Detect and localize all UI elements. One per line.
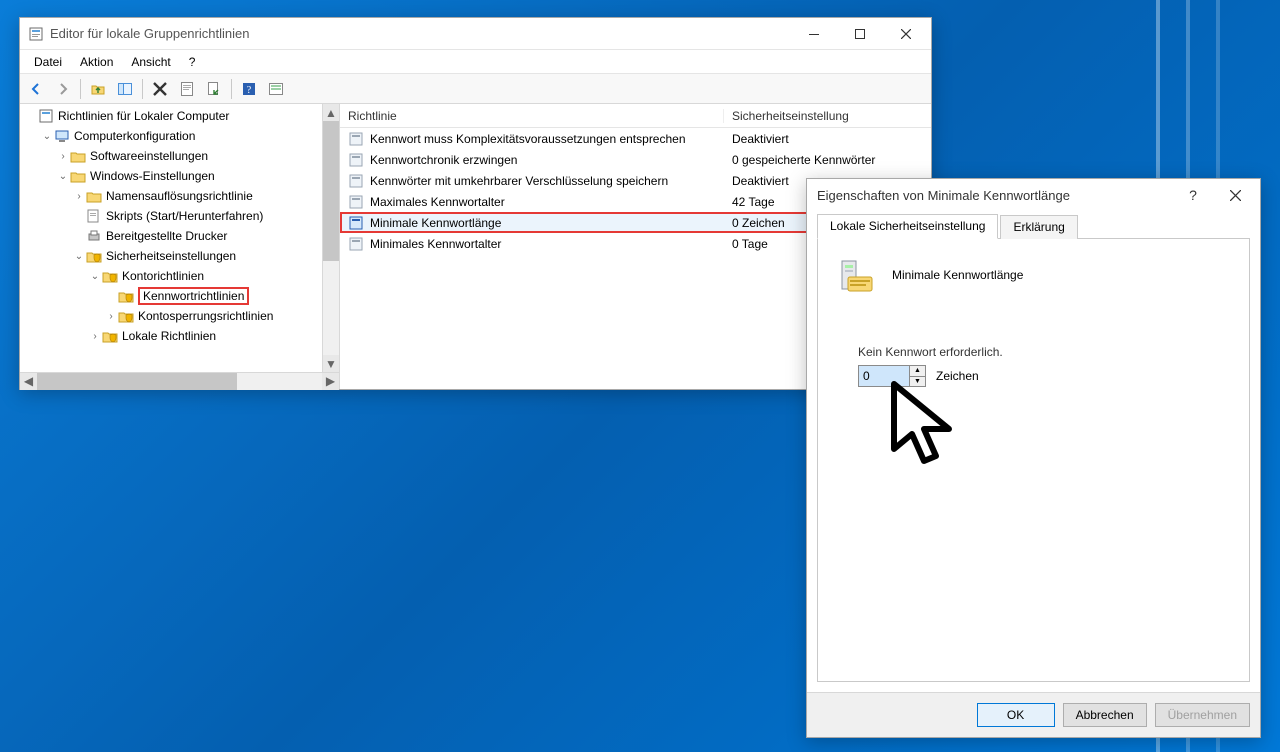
list-header[interactable]: Richtlinie Sicherheitseinstellung — [340, 104, 931, 128]
tree-deployed-printers[interactable]: Bereitgestellte Drucker — [22, 226, 339, 246]
tree-password-policy[interactable]: Kennwortrichtlinien — [22, 286, 339, 306]
tree-account-lockout[interactable]: › Kontosperrungsrichtlinien — [22, 306, 339, 326]
dialog-help-button[interactable]: ? — [1172, 181, 1214, 209]
folder-icon — [86, 188, 102, 204]
minimize-button[interactable] — [791, 19, 837, 49]
server-policy-icon — [836, 255, 876, 295]
tabstrip: Lokale Sicherheitseinstellung Erklärung — [817, 213, 1250, 239]
up-button[interactable] — [86, 77, 110, 101]
menu-view[interactable]: Ansicht — [123, 53, 178, 71]
chevron-right-icon[interactable]: › — [72, 191, 86, 202]
folder-shield-icon — [118, 308, 134, 324]
tree-pane: Richtlinien für Lokaler Computer ⌄ Compu… — [20, 104, 340, 389]
length-input[interactable] — [859, 366, 909, 386]
policy-icon — [38, 108, 54, 124]
tree-computer-config[interactable]: ⌄ Computerkonfiguration — [22, 126, 339, 146]
chevron-right-icon[interactable]: › — [88, 331, 102, 342]
maximize-button[interactable] — [837, 19, 883, 49]
policy-item-icon — [348, 215, 364, 231]
gpedit-window: Editor für lokale Gruppenrichtlinien Dat… — [19, 17, 932, 390]
chevron-right-icon[interactable]: › — [104, 311, 118, 322]
tree-account-policies[interactable]: ⌄ Kontorichtlinien — [22, 266, 339, 286]
cursor-icon — [884, 379, 974, 479]
titlebar[interactable]: Editor für lokale Gruppenrichtlinien — [20, 18, 931, 50]
unit-label: Zeichen — [936, 369, 979, 383]
policy-item-icon — [348, 236, 364, 252]
tree-root[interactable]: Richtlinien für Lokaler Computer — [22, 106, 339, 126]
policy-item-icon — [348, 194, 364, 210]
toolbar: ? — [20, 74, 931, 104]
tree-local-policies[interactable]: › Lokale Richtlinien — [22, 326, 339, 346]
toolbar-divider — [231, 79, 232, 99]
folder-shield-icon — [102, 268, 118, 284]
tab-content: Minimale Kennwortlänge Kein Kennwort erf… — [817, 239, 1250, 682]
close-button[interactable] — [883, 19, 929, 49]
tree-vertical-scrollbar[interactable]: ▲ ▼ — [322, 104, 339, 372]
dialog-close-button[interactable] — [1214, 181, 1256, 209]
chevron-right-icon[interactable]: › — [56, 151, 70, 162]
back-button[interactable] — [24, 77, 48, 101]
dialog-button-row: OK Abbrechen Übernehmen — [807, 692, 1260, 737]
dialog-titlebar[interactable]: Eigenschaften von Minimale Kennwortlänge… — [807, 179, 1260, 211]
tree-horizontal-scrollbar[interactable]: ◀ ▶ — [20, 372, 339, 389]
list-row[interactable]: Kennwort muss Komplexitätsvoraussetzunge… — [340, 128, 931, 149]
tree-name-resolution[interactable]: › Namensauflösungsrichtlinie — [22, 186, 339, 206]
folder-icon — [70, 168, 86, 184]
svg-text:?: ? — [247, 85, 252, 96]
cancel-button[interactable]: Abbrechen — [1063, 703, 1147, 727]
properties-dialog: Eigenschaften von Minimale Kennwortlänge… — [806, 178, 1261, 738]
folder-icon — [70, 148, 86, 164]
tree-software-settings[interactable]: › Softwareeinstellungen — [22, 146, 339, 166]
apply-button[interactable]: Übernehmen — [1155, 703, 1250, 727]
printer-icon — [86, 228, 102, 244]
list-row[interactable]: Kennwortchronik erzwingen 0 gespeicherte… — [340, 149, 931, 170]
tab-explanation[interactable]: Erklärung — [1000, 215, 1077, 239]
folder-shield-icon — [118, 288, 134, 304]
property-name: Minimale Kennwortlänge — [892, 268, 1023, 282]
menu-help[interactable]: ? — [181, 53, 204, 71]
chevron-down-icon[interactable]: ⌄ — [56, 171, 70, 182]
tree-scripts[interactable]: Skripts (Start/Herunterfahren) — [22, 206, 339, 226]
spin-down-button[interactable]: ▼ — [910, 377, 925, 387]
policy-item-icon — [348, 131, 364, 147]
folder-shield-icon — [102, 328, 118, 344]
toolbar-divider — [80, 79, 81, 99]
ok-button[interactable]: OK — [977, 703, 1055, 727]
policy-item-icon — [348, 152, 364, 168]
column-security-setting[interactable]: Sicherheitseinstellung — [724, 109, 931, 123]
show-hide-tree-button[interactable] — [113, 77, 137, 101]
filter-button[interactable] — [264, 77, 288, 101]
no-password-label: Kein Kennwort erforderlich. — [858, 345, 1231, 359]
policy-item-icon — [348, 173, 364, 189]
computer-icon — [54, 128, 70, 144]
properties-button[interactable] — [175, 77, 199, 101]
tree-security-settings[interactable]: ⌄ Sicherheitseinstellungen — [22, 246, 339, 266]
chevron-down-icon[interactable]: ⌄ — [40, 131, 54, 142]
script-icon — [86, 208, 102, 224]
menu-action[interactable]: Aktion — [72, 53, 121, 71]
app-icon — [28, 26, 44, 42]
dialog-title: Eigenschaften von Minimale Kennwortlänge — [817, 188, 1172, 203]
folder-shield-icon — [86, 248, 102, 264]
spin-up-button[interactable]: ▲ — [910, 366, 925, 377]
chevron-down-icon[interactable]: ⌄ — [88, 271, 102, 282]
chevron-down-icon[interactable]: ⌄ — [72, 251, 86, 262]
tree-windows-settings[interactable]: ⌄ Windows-Einstellungen — [22, 166, 339, 186]
menubar: Datei Aktion Ansicht ? — [20, 50, 931, 74]
toolbar-divider — [142, 79, 143, 99]
column-policy[interactable]: Richtlinie — [340, 109, 724, 123]
help-button[interactable]: ? — [237, 77, 261, 101]
length-spinner: ▲ ▼ — [858, 365, 926, 387]
menu-file[interactable]: Datei — [26, 53, 70, 71]
window-title: Editor für lokale Gruppenrichtlinien — [50, 26, 791, 41]
tab-local-security-setting[interactable]: Lokale Sicherheitseinstellung — [817, 214, 998, 239]
export-button[interactable] — [202, 77, 226, 101]
delete-button[interactable] — [148, 77, 172, 101]
forward-button[interactable] — [51, 77, 75, 101]
